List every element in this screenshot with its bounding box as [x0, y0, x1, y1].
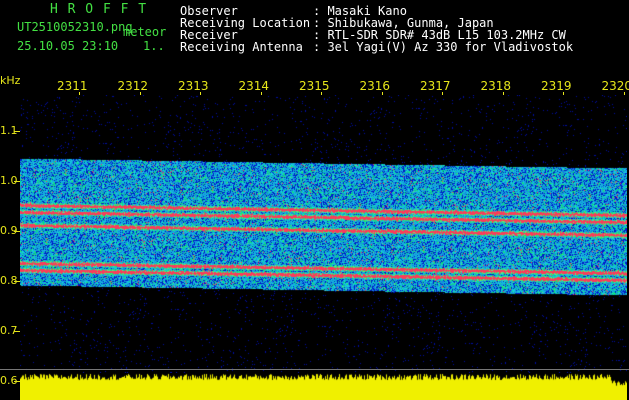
- spectrogram-canvas: [20, 95, 627, 373]
- x-tick-label: 2316: [359, 79, 391, 93]
- y-unit-label: kHz: [0, 74, 21, 87]
- x-tick-label: 2319: [541, 79, 572, 93]
- x-tick-label: 2317: [420, 79, 451, 93]
- datetime-label: 25.10.05 23:10: [17, 39, 119, 53]
- x-tick-label: 2313: [178, 79, 209, 93]
- header-panel: H R O F F T UT2510052310.png meteor 25.1…: [0, 0, 629, 72]
- filename-label: UT2510052310.png: [17, 20, 133, 34]
- waterfall-spectrogram: [20, 95, 627, 373]
- antenna-label: Receiving Antenna: [180, 40, 303, 54]
- x-tick-label: 2311: [57, 79, 88, 93]
- app-title: H R O F F T: [50, 2, 148, 17]
- x-tick-label: 2320: [601, 79, 629, 93]
- signal-level-bar: [20, 371, 627, 400]
- x-tick-label: 2315: [299, 79, 330, 93]
- x-tick-label: 2318: [480, 79, 512, 93]
- level-baseline: [0, 369, 629, 370]
- antenna-value: : 3el Yagi(V) Az 330 for Vladivostok: [313, 40, 574, 54]
- x-tick-label: 2312: [117, 79, 149, 93]
- x-tick-label: 2314: [238, 79, 270, 93]
- extra-label: 1..: [143, 39, 165, 53]
- meteor-label: meteor: [123, 25, 167, 39]
